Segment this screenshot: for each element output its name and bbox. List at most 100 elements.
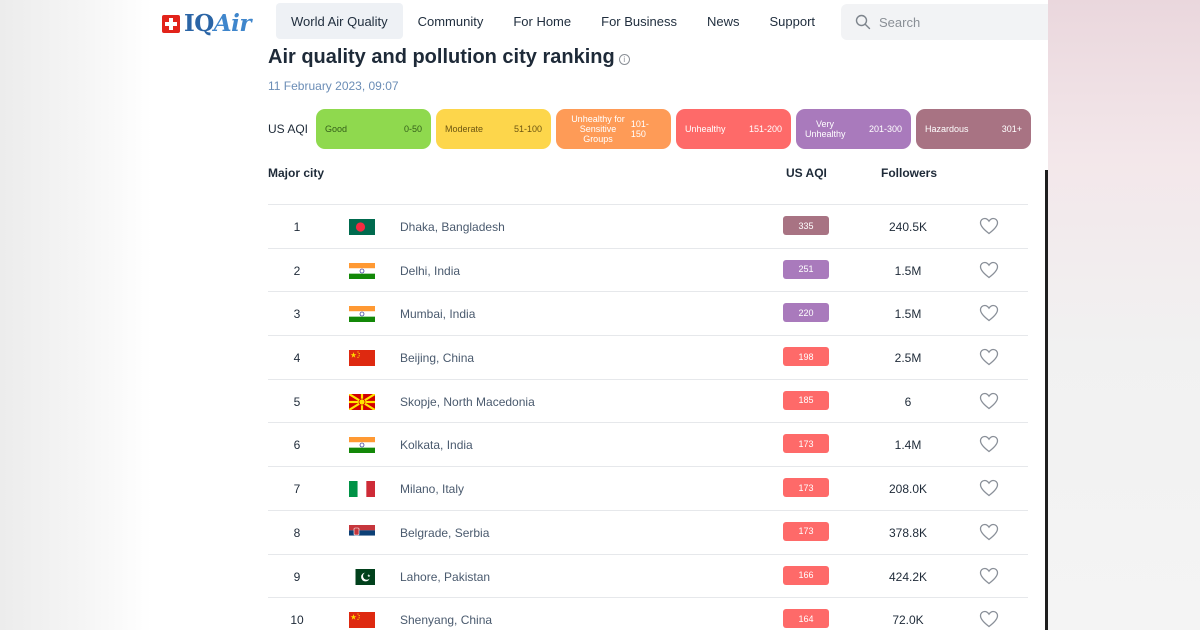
aqi-badge: 185 [783,390,829,410]
followers-count: 1.5M [894,307,922,322]
legend-moderate: Moderate 51-100 [436,109,551,149]
heart-icon [979,217,999,235]
scrollbar[interactable] [1045,170,1048,630]
background-left [0,0,152,630]
pakistan-flag-icon [349,568,375,585]
north-macedonia-flag-icon [349,393,375,410]
legend-level-name: Unhealthy [685,124,726,134]
followers-count: 2.5M [894,351,922,366]
followers-count: 424.2K [888,569,928,584]
column-header-city: Major city [268,166,325,180]
aqi-badge: 164 [783,609,829,629]
follow-button[interactable] [979,567,999,585]
city-name[interactable]: Dhaka, Bangladesh [400,220,505,234]
legend-level-name: Moderate [445,124,484,134]
table-row[interactable]: 8 Belgrade, Serbia 173 378.8K [268,509,1028,554]
city-name[interactable]: Delhi, India [400,264,460,278]
followers-count: 208.0K [888,482,928,497]
city-name[interactable]: Milano, Italy [400,482,464,496]
iqair-logo[interactable]: IQAir [162,10,252,37]
city-name[interactable]: Belgrade, Serbia [400,526,489,540]
nav-item-community[interactable]: Community [403,3,499,39]
heart-icon [979,523,999,541]
nav-item-for-business[interactable]: For Business [586,3,692,39]
legend-good: Good 0-50 [316,109,431,149]
nav-item-news[interactable]: News [692,3,755,39]
city-name[interactable]: Lahore, Pakistan [400,570,490,584]
aqi-badge: 173 [783,521,829,541]
city-name[interactable]: Beijing, China [400,351,474,365]
followers-count: 6 [904,394,912,409]
table-row[interactable]: 4 Beijing, China 198 2.5M [268,335,1028,379]
city-name[interactable]: Kolkata, India [400,438,473,452]
follow-button[interactable] [979,523,999,541]
nav-item-world-air-quality[interactable]: World Air Quality [276,3,403,39]
rank-number: 9 [293,569,301,584]
follow-button[interactable] [979,479,999,497]
search-input[interactable] [879,14,1029,30]
aqi-legend: US AQI Good 0-50 Moderate 51-100 Unhealt… [268,109,1036,149]
table-row[interactable]: 6 Kolkata, India 173 1.4M [268,422,1028,466]
legend-level-range: 51-100 [513,124,542,134]
followers-count: 378.8K [888,525,928,540]
nav-item-for-home[interactable]: For Home [498,3,586,39]
page: IQAir World Air Quality Community For Ho… [152,0,1048,630]
legend-level-name: Very Unhealthy [805,119,846,139]
legend-level-range: 301+ [1001,124,1022,134]
nav-item-support[interactable]: Support [755,3,831,39]
follow-button[interactable] [979,304,999,322]
heart-icon [979,261,999,279]
table-header: Major city US AQI Followers [268,166,1028,186]
ranking-table: 1 Dhaka, Bangladesh 335 240.5K 2 Delhi, India… [268,204,1028,630]
followers-count: 1.5M [894,263,922,278]
china-flag-icon [349,612,375,629]
table-row[interactable]: 3 Mumbai, India 220 1.5M [268,291,1028,335]
page-title: Air quality and pollution city ranking i [268,46,630,69]
legend-level-range: 151-200 [748,124,782,134]
legend-level-name: Hazardous [925,124,969,134]
column-header-followers: Followers [881,166,938,180]
followers-count: 240.5K [888,220,928,234]
follow-button[interactable] [979,392,999,410]
rank-number: 7 [293,482,301,497]
logo-text: IQAir [184,10,252,37]
search-box[interactable] [841,4,1048,40]
aqi-badge: 173 [783,478,829,498]
city-name[interactable]: Mumbai, India [400,307,475,321]
rank-number: 6 [293,438,301,453]
followers-count: 1.4M [894,438,922,453]
table-row[interactable]: 1 Dhaka, Bangladesh 335 240.5K [268,204,1028,248]
follow-button[interactable] [979,610,999,628]
table-row[interactable]: 7 Milano, Italy 173 208.0K [268,466,1028,510]
aqi-badge: 251 [783,259,829,279]
aqi-badge: 173 [783,434,829,454]
follow-button[interactable] [979,348,999,366]
legend-level-range: 101-150 [630,119,649,139]
followers-count: 72.0K [892,613,924,628]
follow-button[interactable] [979,217,999,235]
search-icon [855,14,871,30]
follow-button[interactable] [979,261,999,279]
legend-level-range: 201-300 [868,124,902,134]
italy-flag-icon [349,481,375,498]
follow-button[interactable] [979,435,999,453]
info-icon[interactable]: i [618,53,630,65]
table-row[interactable]: 10 Shenyang, China 164 72.0K [268,597,1028,630]
india-flag-icon [349,262,375,279]
table-row[interactable]: 5 Skopje, North Macedonia 185 6 [268,378,1028,423]
rank-number: 8 [293,525,301,540]
page-title-text: Air quality and pollution city ranking [268,46,615,68]
bangladesh-flag-icon [349,219,375,235]
heart-icon [979,436,999,453]
table-row[interactable]: 2 Delhi, India 251 1.5M [268,247,1028,292]
legend-unhealthy-sensitive: Unhealthy for Sensitive Groups 101-150 [556,109,671,149]
city-name[interactable]: Shenyang, China [400,613,492,627]
rank-number: 1 [293,220,301,234]
rank-number: 10 [290,613,304,628]
city-name[interactable]: Skopje, North Macedonia [400,395,535,409]
table-row[interactable]: 9 Lahore, Pakistan 166 424.2K [268,553,1028,598]
rank-number: 5 [293,394,301,409]
india-flag-icon [349,306,375,323]
timestamp: 11 February 2023, 09:07 [268,79,399,93]
legend-unhealthy: Unhealthy 151-200 [676,109,791,149]
